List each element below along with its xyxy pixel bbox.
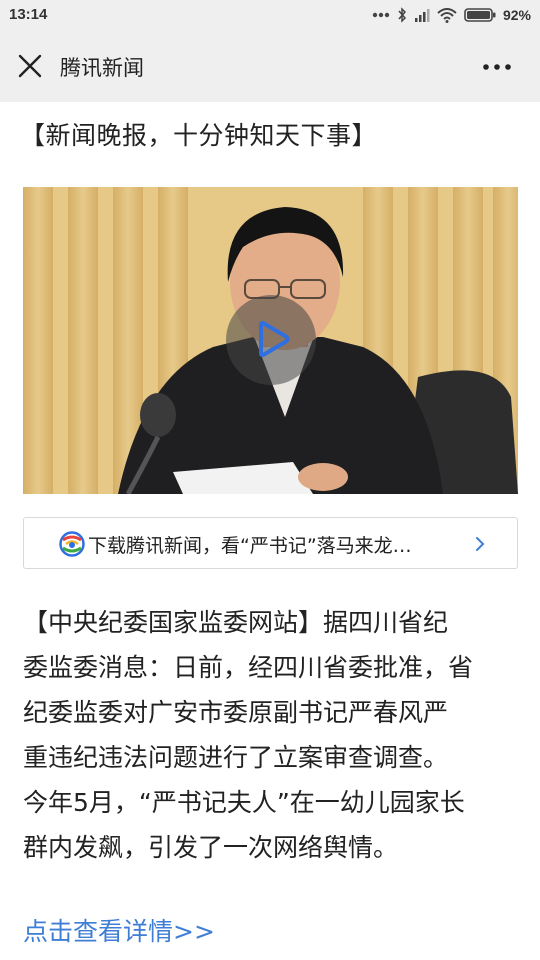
article-headline: 【新闻晚报，十分钟知天下事】 — [20, 121, 378, 150]
article-line: 群内发飙，引发了一次网络舆情。 — [23, 833, 399, 862]
article-line: 重违纪违法问题进行了立案审查调查。 — [23, 743, 449, 772]
battery-icon — [464, 8, 496, 22]
play-button[interactable] — [226, 295, 316, 385]
chevron-right-icon — [476, 537, 485, 551]
nav-title: 腾讯新闻 — [60, 56, 144, 80]
banner-text: 下载腾讯新闻，看“严书记”落马来龙… — [88, 535, 412, 557]
article-line: 纪委监委对广安市委原副书记严春风严 — [23, 698, 449, 727]
article-body: 【中央纪委国家监委网站】据四川省纪 委监委消息：日前，经四川省委批准，省 纪委监… — [23, 600, 520, 870]
bluetooth-icon — [398, 7, 406, 23]
play-icon — [259, 321, 290, 357]
dots-icon — [372, 12, 390, 18]
video-thumbnail[interactable] — [23, 187, 518, 494]
article-line: 委监委消息：日前，经四川省委批准，省 — [23, 653, 474, 682]
status-icons: 92% — [372, 5, 531, 25]
tencent-news-logo-icon — [59, 531, 85, 557]
more-dots-icon[interactable] — [482, 63, 512, 71]
download-app-banner[interactable]: 下载腾讯新闻，看“严书记”落马来龙… — [23, 517, 518, 569]
battery-percent: 92% — [502, 7, 531, 23]
status-bar: 13:14 92% — [0, 0, 540, 30]
view-details-link[interactable]: 点击查看详情>> — [23, 912, 215, 948]
close-icon[interactable] — [16, 52, 44, 80]
signal-icon — [414, 9, 430, 22]
status-time: 13:14 — [9, 6, 48, 23]
article-line: 【中央纪委国家监委网站】据四川省纪 — [23, 608, 449, 637]
wifi-icon — [437, 7, 457, 23]
article-line: 今年5月，“严书记夫人”在一幼儿园家长 — [23, 788, 465, 817]
nav-bar: 腾讯新闻 — [0, 30, 540, 102]
